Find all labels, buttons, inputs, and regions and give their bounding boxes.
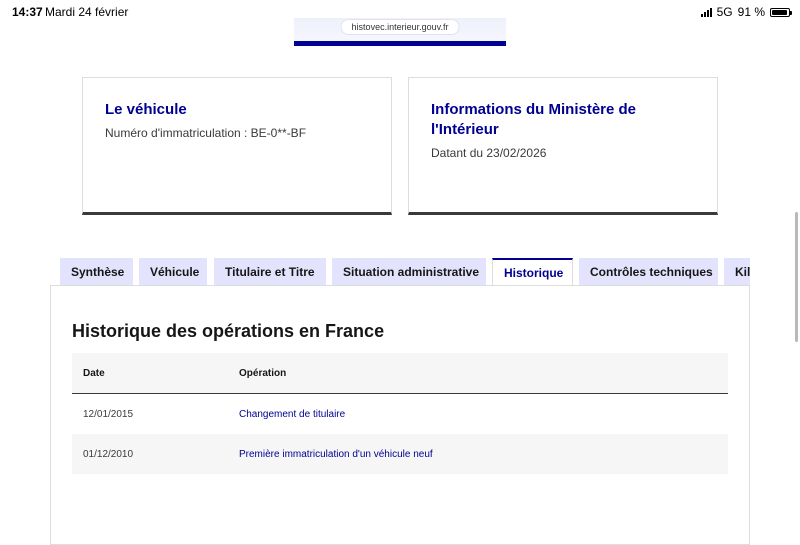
vehicle-card-title: Le véhicule bbox=[105, 101, 187, 118]
ministry-card: Informations du Ministère de l'Intérieur… bbox=[408, 77, 718, 215]
browser-address-area: histovec.interieur.gouv.fr bbox=[294, 18, 506, 46]
row-operation-link[interactable]: Première immatriculation d'un véhicule n… bbox=[239, 449, 433, 460]
battery-icon bbox=[770, 7, 792, 17]
ministry-card-title: Informations du Ministère de l'Intérieur bbox=[431, 101, 637, 138]
row-date: 01/12/2010 bbox=[83, 448, 134, 460]
table-row: 01/12/2010 Première immatriculation d'un… bbox=[72, 434, 728, 474]
history-title: Historique des opérations en France bbox=[72, 321, 385, 341]
history-table: Date Opération 12/01/2015 Changement de … bbox=[72, 353, 728, 474]
network-label: 5G bbox=[716, 5, 733, 19]
battery-percentage: 91 % bbox=[737, 5, 765, 19]
tab-historique[interactable]: Historique bbox=[492, 258, 573, 286]
status-time: 14:37 bbox=[12, 5, 43, 19]
vehicle-card: Le véhicule Numéro d'immatriculation : B… bbox=[82, 77, 392, 215]
data-date: Datant du 23/02/2026 bbox=[431, 146, 547, 160]
row-operation-link[interactable]: Changement de titulaire bbox=[239, 409, 345, 420]
signal-icon bbox=[700, 7, 712, 17]
column-header-date: Date bbox=[83, 367, 105, 379]
column-header-operation: Opération bbox=[239, 367, 287, 379]
tab-titulaire-et-titre[interactable]: Titulaire et Titre bbox=[214, 258, 326, 286]
tab-situation-administrative[interactable]: Situation administrative bbox=[332, 258, 486, 286]
url-field[interactable]: histovec.interieur.gouv.fr bbox=[341, 20, 459, 34]
tab-list: Synthèse Véhicule Titulaire et Titre Sit… bbox=[60, 258, 750, 286]
row-date: 12/01/2015 bbox=[83, 408, 134, 420]
tab-controles-techniques[interactable]: Contrôles techniques bbox=[579, 258, 718, 286]
page-scrollbar[interactable] bbox=[795, 212, 798, 342]
table-header: Date Opération bbox=[72, 353, 728, 394]
site-header-bar bbox=[294, 41, 506, 46]
tab-vehicule[interactable]: Véhicule bbox=[139, 258, 207, 286]
tab-kilometrage[interactable]: Kilo bbox=[724, 258, 750, 286]
battery-fill bbox=[772, 9, 787, 15]
status-date: Mardi 24 février bbox=[45, 5, 129, 19]
table-row: 12/01/2015 Changement de titulaire bbox=[72, 394, 728, 434]
registration-number: Numéro d'immatriculation : BE-0**-BF bbox=[105, 126, 307, 140]
tab-synthese[interactable]: Synthèse bbox=[60, 258, 133, 286]
status-indicators: 5G 91 % bbox=[700, 5, 792, 19]
